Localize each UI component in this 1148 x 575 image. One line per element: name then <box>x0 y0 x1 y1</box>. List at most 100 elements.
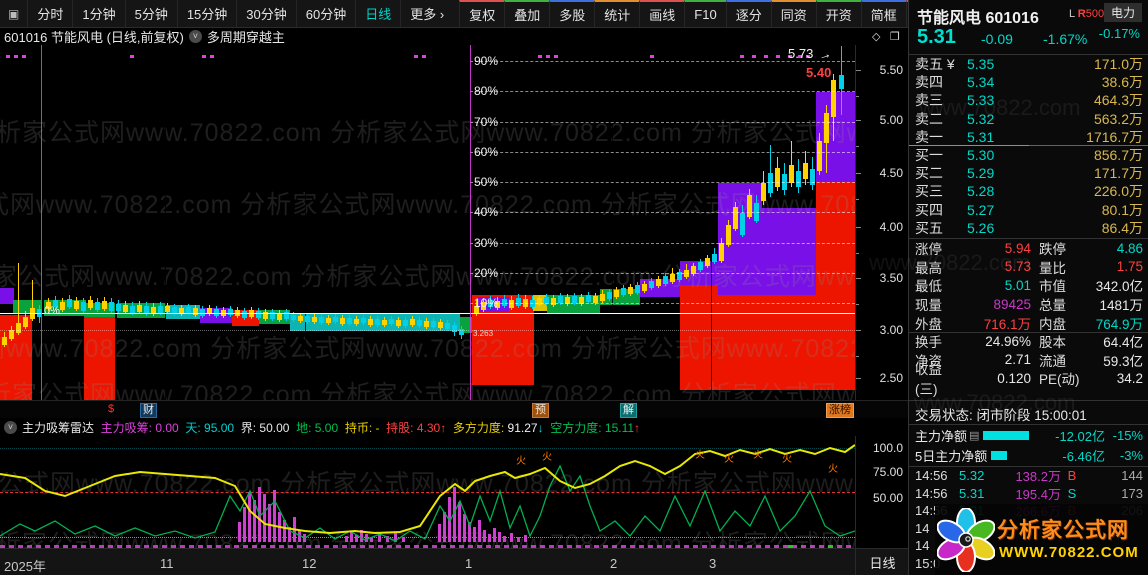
order-book-row[interactable]: 卖二 5.32 563.2万 <box>909 110 1148 128</box>
stat-value: 716.1万 <box>983 316 1031 332</box>
level-volume: 86.4万 <box>1101 219 1143 236</box>
candle-body <box>572 296 577 303</box>
flow-bar <box>983 430 1030 440</box>
stat-value: 89425 <box>993 296 1031 312</box>
menu-item-多股[interactable]: 多股 <box>549 0 595 27</box>
menu-item-F10[interactable]: F10 <box>684 0 726 27</box>
menu-item-15分钟[interactable]: 15分钟 <box>176 0 236 27</box>
time-axis-bar: 日线 2025年 11 12 1 2 3 <box>0 545 909 575</box>
menu-item-同资[interactable]: 同资 <box>770 0 816 27</box>
accumulation-bar <box>517 537 520 542</box>
price-tick-label: 5.00 <box>879 113 903 127</box>
candle-body <box>375 319 380 325</box>
main-candle-chart[interactable]: 0% 3.263 5.73 → 5.40 分析家公式网www.70822.com… <box>0 45 855 400</box>
order-book-row[interactable]: 买五 5.26 86.4万 <box>909 219 1148 237</box>
event-marker-解[interactable]: 解 <box>620 403 637 418</box>
menu-item-统计[interactable]: 统计 <box>594 0 640 27</box>
stat-row: 收益(三) 0.120 PE(动) 34.2 <box>909 362 1148 397</box>
accumulation-bar <box>478 520 481 542</box>
indicator-axis-label: 75.00 <box>872 465 903 479</box>
indicator-chart[interactable]: 分析家公式网www.70822.com 分析家公式网www.70822.com … <box>0 436 855 548</box>
accumulation-bar <box>463 514 466 542</box>
order-book-row[interactable]: 卖五 ¥ 5.35 171.0万 <box>909 55 1148 73</box>
order-book-row[interactable]: 买二 5.29 171.7万 <box>909 164 1148 182</box>
percent-label: 50% <box>474 175 499 189</box>
candle-body <box>305 316 310 322</box>
menu-item-画线[interactable]: 画线 <box>639 0 685 27</box>
menu-item-60分钟[interactable]: 60分钟 <box>295 0 355 27</box>
detail-icon[interactable]: ▤ <box>969 429 979 442</box>
period-menu: 分时 1分钟 5分钟 15分钟 30分钟 60分钟 日线 更多 › <box>27 0 453 27</box>
stock-tags: L R500 <box>1069 8 1105 20</box>
candle-body <box>228 309 233 315</box>
stat-value: 59.3亿 <box>1103 353 1143 369</box>
event-marker-财[interactable]: 财 <box>140 403 157 418</box>
flame-icon: 火 <box>782 454 792 465</box>
order-book-row[interactable]: 卖四 5.34 38.6万 <box>909 73 1148 91</box>
signal-dot <box>130 55 134 58</box>
candle-body <box>95 302 100 310</box>
accumulation-bar <box>524 535 527 542</box>
diamond-icon[interactable]: ◇ <box>872 30 880 43</box>
stat-value: 5.94 <box>1004 240 1031 256</box>
event-marker-涨榜[interactable]: 涨榜 <box>826 403 854 418</box>
candle-body <box>775 168 780 187</box>
candle-body <box>326 318 331 323</box>
candle-body <box>558 296 563 303</box>
order-book-row[interactable]: 买一 5.30 856.7万 <box>909 146 1148 164</box>
candle-body <box>516 298 521 306</box>
event-marker-预[interactable]: 预 <box>532 403 549 418</box>
indicator-band <box>816 182 855 390</box>
flame-icon: 火 <box>753 450 763 461</box>
menu-item-30分钟[interactable]: 30分钟 <box>236 0 295 27</box>
menu-item-开资[interactable]: 开资 <box>815 0 861 27</box>
candle-body <box>817 141 822 171</box>
menu-item-1分钟[interactable]: 1分钟 <box>72 0 124 27</box>
period-label[interactable]: 日线 <box>855 549 909 575</box>
candle-body <box>761 183 766 201</box>
industry-badge[interactable]: 电力 <box>1103 3 1142 22</box>
candle-body <box>656 279 661 286</box>
level-volume: 856.7万 <box>1093 147 1143 164</box>
stat-label: 跌停 <box>1039 242 1066 258</box>
flame-icon: 火 <box>542 452 552 463</box>
indicator-axis-label: 100.0 <box>872 441 903 455</box>
stat-value: 24.96% <box>985 333 1031 349</box>
zero-percent-label: 0% <box>44 305 60 317</box>
menu-item-分时[interactable]: 分时 <box>27 0 72 27</box>
level-price: 5.35 <box>967 56 995 73</box>
stat-row: 现量 89425 总量 1481万 <box>909 295 1148 314</box>
stat-value: 4.86 <box>1116 240 1143 256</box>
order-book-row[interactable]: 买四 5.27 80.1万 <box>909 201 1148 219</box>
order-book-row[interactable]: 买三 5.28 226.0万 <box>909 182 1148 200</box>
zero-percent-line <box>0 313 855 314</box>
menu-item-简框[interactable]: 简框 <box>860 0 906 27</box>
accumulation-bar <box>345 536 348 542</box>
candle-body <box>340 318 345 324</box>
indicator-band <box>718 295 762 390</box>
menu-item-5分钟[interactable]: 5分钟 <box>124 0 177 27</box>
order-book-row[interactable]: 卖一 5.31 1716.7万 <box>909 128 1148 146</box>
menu-item-更多 ›[interactable]: 更多 › <box>400 0 453 27</box>
accumulation-bar <box>488 534 491 542</box>
menu-item-日线[interactable]: 日线 <box>355 0 400 27</box>
layout-icon[interactable]: ▣ <box>0 0 27 27</box>
level-price: 5.29 <box>967 165 995 182</box>
menu-item-逐分[interactable]: 逐分 <box>725 0 771 27</box>
stat-row: 涨停 5.94 跌停 4.86 <box>909 239 1148 258</box>
menu-item-复权[interactable]: 复权 <box>459 0 505 27</box>
candle-body <box>382 320 387 325</box>
menu-item-叠加[interactable]: 叠加 <box>504 0 550 27</box>
percent-label: 80% <box>474 84 499 98</box>
chevron-down-icon[interactable]: ˅ <box>188 29 202 43</box>
indicator-value: ↑ <box>634 420 641 435</box>
stat-value: 2.71 <box>1004 352 1031 368</box>
stat-label: 换手 <box>915 335 942 351</box>
percent-label: 60% <box>474 145 499 159</box>
indicator-value: 持币: - <box>344 420 387 435</box>
indicator-chevron-icon[interactable]: ˅ <box>4 420 17 434</box>
panel-icon[interactable]: ❒ <box>890 30 900 43</box>
price-tick-label: 3.50 <box>879 271 903 285</box>
order-book-row[interactable]: 卖三 5.33 464.3万 <box>909 91 1148 109</box>
event-marker-$[interactable]: $ <box>106 403 116 416</box>
